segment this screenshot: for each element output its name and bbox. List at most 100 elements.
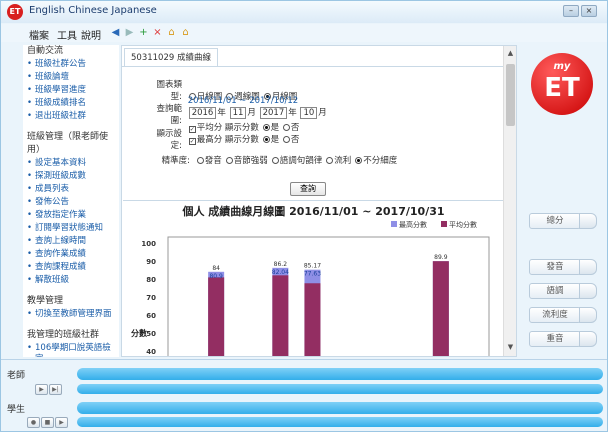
high-checkbox[interactable]: ✓: [188, 138, 196, 145]
sidebar-item[interactable]: 查詢課程成績: [27, 262, 119, 273]
sidebar-item[interactable]: 退出班級社群: [27, 111, 119, 122]
sidebar-item[interactable]: 班級學習進度: [27, 85, 119, 96]
year-word-2: 年: [288, 108, 297, 118]
teacher-audio-bar[interactable]: [77, 368, 603, 380]
intonation-button-knob: [579, 283, 597, 299]
sidebar-item[interactable]: 解散班級: [27, 275, 119, 286]
panel-scrollbar[interactable]: ▲ ▼: [503, 46, 516, 356]
scroll-thumb[interactable]: [506, 64, 515, 126]
sidebar-item[interactable]: 設定基本資料: [27, 158, 119, 169]
stop-icon[interactable]: ×: [151, 26, 164, 39]
avg-show-label: 顯示分數: [224, 123, 259, 133]
sidebar-item[interactable]: 成員列表: [27, 184, 119, 195]
detail-label: 精準度:: [161, 156, 190, 166]
sidebar-item[interactable]: 查詢作業成績: [27, 249, 119, 260]
avg-checkbox[interactable]: ✓: [188, 126, 196, 133]
menu-help[interactable]: 說明: [81, 27, 101, 42]
window-controls: – ×: [563, 5, 597, 17]
student-audio-bar[interactable]: [77, 402, 603, 414]
stress-button-label: 重音: [529, 331, 581, 347]
sidebar-section-teaching: 教學管理: [27, 296, 64, 306]
sidebar-item[interactable]: 查詢上線時間: [27, 236, 119, 247]
pronunciation-button-label: 發音: [529, 259, 581, 275]
stress-button[interactable]: 重音: [529, 331, 597, 347]
detail-radio[interactable]: [271, 157, 279, 164]
sidebar-section-community: 自動交流: [27, 46, 64, 56]
student-stop-icon[interactable]: ■: [41, 417, 54, 428]
detail-option-label: 語調句韻律: [279, 156, 323, 166]
back-icon[interactable]: ◀: [109, 26, 122, 39]
stress-button-knob: [579, 331, 597, 347]
student-controls: ● ■ ▶: [27, 417, 68, 428]
score-button[interactable]: 總分: [529, 213, 597, 229]
score-chart: 個人 成績曲線月線圖 2016/11/01 ~ 2017/10/31 最高分數 平均…: [131, 204, 490, 356]
logo-et-text: ET: [544, 73, 580, 103]
menu-file[interactable]: 檔案: [29, 27, 49, 42]
scroll-down-icon[interactable]: ▼: [505, 342, 516, 353]
menu-tools[interactable]: 工具: [57, 27, 77, 42]
query-button[interactable]: 查詢: [290, 182, 326, 196]
student-play-icon[interactable]: ▶: [55, 417, 68, 428]
sidebar-item[interactable]: 切換至教師管理界面: [27, 309, 119, 320]
data-label-avg: 77.63: [304, 271, 321, 278]
high-show-label: 顯示分數: [224, 135, 259, 145]
sidebar-item[interactable]: 探測班級成數: [27, 171, 119, 182]
teacher-progress-bar[interactable]: [77, 384, 603, 394]
intonation-button-label: 語調: [529, 283, 581, 299]
y-tick-label: 90: [146, 258, 156, 266]
scroll-up-icon[interactable]: ▲: [505, 48, 516, 59]
student-progress-bar[interactable]: [77, 417, 603, 427]
teacher-play-icon[interactable]: ▶: [35, 384, 48, 395]
month-word: 月: [247, 108, 256, 118]
month-to-select[interactable]: 10: [300, 107, 318, 119]
student-label: 學生: [7, 405, 26, 415]
sidebar-item[interactable]: 班級社群公告: [27, 59, 119, 70]
detail-option-label: 音節強弱: [233, 156, 268, 166]
sidebar-item[interactable]: 訂閱學習狀態通知: [27, 223, 119, 234]
high-no-radio[interactable]: [282, 136, 290, 143]
avg-yes-radio[interactable]: [262, 124, 270, 131]
sidebar-item[interactable]: 發佈公告: [27, 197, 119, 208]
forward-icon[interactable]: ▶: [123, 26, 136, 39]
sidebar-item[interactable]: 發放指定作業: [27, 210, 119, 221]
right-panel: my ET 總分 發音 語調 流利度 重音: [521, 45, 601, 357]
student-record-icon[interactable]: ●: [27, 417, 40, 428]
detail-radio[interactable]: [225, 157, 233, 164]
month-word-2: 月: [318, 108, 327, 118]
sidebar: 自動交流 班級社群公告班級論壇班級學習進度班級成績排名退出班級社群 班級管理（限…: [23, 45, 119, 357]
detail-radio[interactable]: [326, 157, 334, 164]
add-icon[interactable]: +: [137, 26, 150, 39]
sidebar-item[interactable]: 班級成績排名: [27, 98, 119, 109]
data-label-high: 89.9: [434, 254, 448, 261]
y-tick-label: 60: [146, 312, 156, 320]
high-yes-radio[interactable]: [262, 136, 270, 143]
data-label-high: 84: [212, 265, 220, 272]
tab-score-curve[interactable]: 50311029 成績曲線: [124, 48, 218, 66]
teacher-step-icon[interactable]: ▶|: [49, 384, 62, 395]
intonation-button[interactable]: 語調: [529, 283, 597, 299]
title-bar: ET English Chinese Japanese – ×: [1, 1, 607, 23]
year-from-select[interactable]: 2016: [188, 107, 217, 119]
refresh-icon[interactable]: ⌂: [179, 26, 192, 39]
high-yes: 是: [270, 135, 280, 145]
fluency-button[interactable]: 流利度: [529, 307, 597, 323]
avg-no-radio[interactable]: [282, 124, 290, 131]
sidebar-section-my-classes: 我管理的班級社群: [27, 330, 100, 340]
pronunciation-button[interactable]: 發音: [529, 259, 597, 275]
minimize-button[interactable]: –: [563, 5, 579, 17]
sidebar-item[interactable]: 106學期口說英語檢定: [27, 343, 119, 357]
bar-avg: [272, 275, 289, 356]
teacher-label: 老師: [7, 371, 26, 381]
y-tick-label: 80: [146, 276, 156, 284]
detail-radio[interactable]: [196, 157, 204, 164]
data-label-avg: 80.9: [209, 273, 223, 280]
close-button[interactable]: ×: [581, 5, 597, 17]
legend-swatch: [441, 221, 447, 227]
fluency-button-label: 流利度: [529, 307, 581, 323]
app-window: ET English Chinese Japanese – × 檔案 工具 說明…: [0, 0, 608, 432]
year-to-select[interactable]: 2017: [259, 107, 288, 119]
month-from-select[interactable]: 11: [229, 107, 247, 119]
home-icon[interactable]: ⌂: [165, 26, 178, 39]
sidebar-item[interactable]: 班級論壇: [27, 72, 119, 83]
detail-radio[interactable]: [355, 157, 363, 164]
